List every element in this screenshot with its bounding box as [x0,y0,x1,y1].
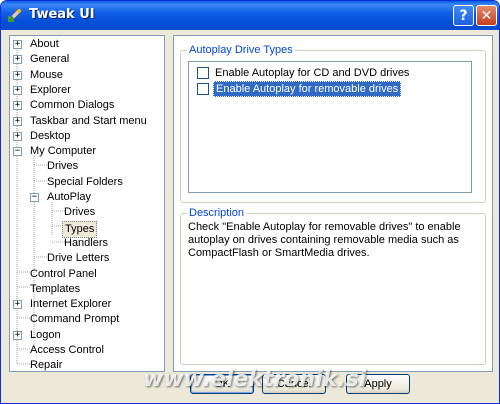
cd-dvd-label: Enable Autoplay for CD and DVD drives [215,67,410,79]
tree-item-label: Common Dialogs [30,99,115,112]
expand-icon[interactable]: + [13,101,22,111]
tree-item-label: My Computer [30,145,97,158]
tree-item-label: Handlers [64,236,109,249]
ok-button[interactable]: OK [190,374,254,394]
tweakui-app-icon [8,8,22,22]
removable-checkbox[interactable] [197,83,209,95]
collapse-icon[interactable]: − [30,193,39,202]
expand-icon[interactable]: + [13,70,22,80]
close-button[interactable]: ✕ [476,5,497,26]
tree-item-label: Command Prompt [30,313,120,326]
cd-dvd-checkbox[interactable] [197,67,209,79]
expand-icon[interactable]: + [13,131,22,141]
tree-item-label: AutoPlay [47,191,92,203]
close-icon: ✕ [480,7,493,24]
tree-item-label: Drives [47,160,79,173]
expand-icon[interactable]: + [13,116,22,126]
tree-item-label: Drives [64,206,96,219]
list-item-cd-dvd[interactable]: Enable Autoplay for CD and DVD drives [191,65,471,81]
tree-item-label: Explorer [30,83,71,96]
tweakui-window: Tweak UI ? ✕ + About + General + Mouse + Explor… [0,0,500,404]
tree-item-label: About [30,38,59,50]
tree-item-label: Templates [30,282,81,295]
tree-item-label: Control Panel [30,267,97,280]
tree-item-label: Drive Letters [47,252,110,265]
tree-item-label: Internet Explorer [30,298,112,311]
help-button[interactable]: ? [453,5,474,26]
tree-item-label: Special Folders [47,175,123,188]
window-title: Tweak UI [29,7,95,22]
expand-icon[interactable]: + [13,55,22,65]
tree-item-label: Taskbar and Start menu [30,114,147,127]
title-bar[interactable]: Tweak UI ? ✕ [1,1,499,30]
tree-item-label: General [30,53,70,66]
expand-icon[interactable]: + [13,300,22,310]
tree-item-label: Logon [30,328,61,341]
removable-label: Enable Autoplay for removable drives [213,81,402,97]
tree-item-label: Mouse [30,68,64,81]
collapse-icon[interactable]: − [13,147,22,157]
list-item-removable[interactable]: Enable Autoplay for removable drives [191,81,471,97]
tree-item-label: Access Control [30,344,104,356]
settings-tree[interactable]: + About + General + Mouse + Explorer + Common Dia… [9,35,165,372]
expand-icon[interactable]: + [13,85,22,95]
expand-icon[interactable]: + [13,40,22,49]
apply-button[interactable]: Apply [346,374,410,394]
help-icon: ? [459,7,468,24]
description-text: Check "Enable Autoplay for removable dri… [188,221,461,259]
expand-icon[interactable]: + [13,330,22,340]
description-group-title: Description [187,207,247,219]
autoplay-types-group-title: Autoplay Drive Types [187,44,295,56]
autoplay-types-list[interactable]: Enable Autoplay for CD and DVD drives En… [188,61,472,193]
cancel-button[interactable]: Cancel [262,374,326,394]
tree-item-label: Desktop [30,129,71,142]
main-panel: Autoplay Drive Types Enable Autoplay for… [173,35,493,372]
tree-item-label: Repair [30,359,63,372]
